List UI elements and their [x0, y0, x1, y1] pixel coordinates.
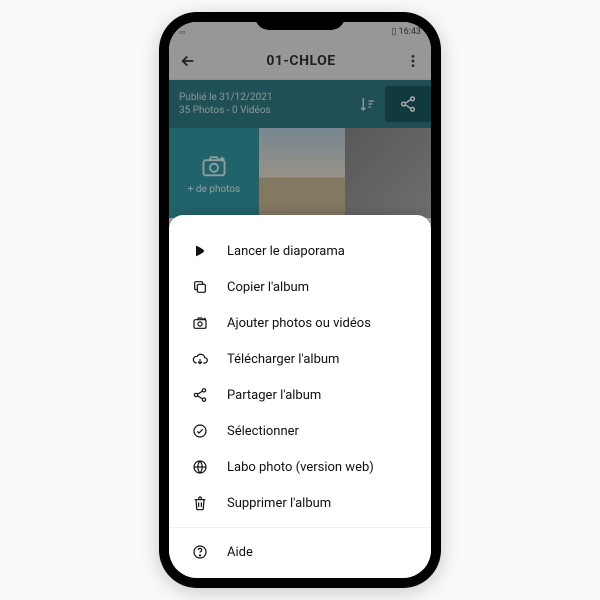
share-icon [191, 386, 209, 404]
menu-label: Aide [227, 545, 253, 560]
menu-item-delete[interactable]: Supprimer l'album [169, 485, 431, 521]
menu-label: Labo photo (version web) [227, 460, 374, 475]
menu-item-download[interactable]: Télécharger l'album [169, 341, 431, 377]
trash-icon [191, 494, 209, 512]
bottom-sheet-menu: Lancer le diaporama Copier l'album Ajout… [169, 215, 431, 578]
menu-item-help[interactable]: Aide [169, 534, 431, 570]
phone-frame: ▫▫ ▯ 16:43 01-CHLOE Publié le 31/12/2021… [159, 12, 441, 588]
help-icon [191, 543, 209, 561]
camera-plus-icon [191, 314, 209, 332]
menu-item-slideshow[interactable]: Lancer le diaporama [169, 233, 431, 269]
copy-icon [191, 278, 209, 296]
menu-item-photo-lab[interactable]: Labo photo (version web) [169, 449, 431, 485]
menu-label: Sélectionner [227, 424, 299, 439]
menu-label: Télécharger l'album [227, 352, 339, 367]
menu-item-copy[interactable]: Copier l'album [169, 269, 431, 305]
globe-icon [191, 458, 209, 476]
cloud-download-icon [191, 350, 209, 368]
check-circle-icon [191, 422, 209, 440]
play-icon [191, 242, 209, 260]
menu-label: Partager l'album [227, 388, 321, 403]
menu-label: Supprimer l'album [227, 496, 331, 511]
menu-label: Copier l'album [227, 280, 309, 295]
menu-item-select[interactable]: Sélectionner [169, 413, 431, 449]
menu-label: Lancer le diaporama [227, 244, 345, 259]
screen: ▫▫ ▯ 16:43 01-CHLOE Publié le 31/12/2021… [169, 22, 431, 578]
menu-divider [169, 527, 431, 528]
menu-item-share[interactable]: Partager l'album [169, 377, 431, 413]
menu-label: Ajouter photos ou vidéos [227, 316, 371, 331]
phone-notch [255, 12, 345, 30]
menu-item-add-media[interactable]: Ajouter photos ou vidéos [169, 305, 431, 341]
